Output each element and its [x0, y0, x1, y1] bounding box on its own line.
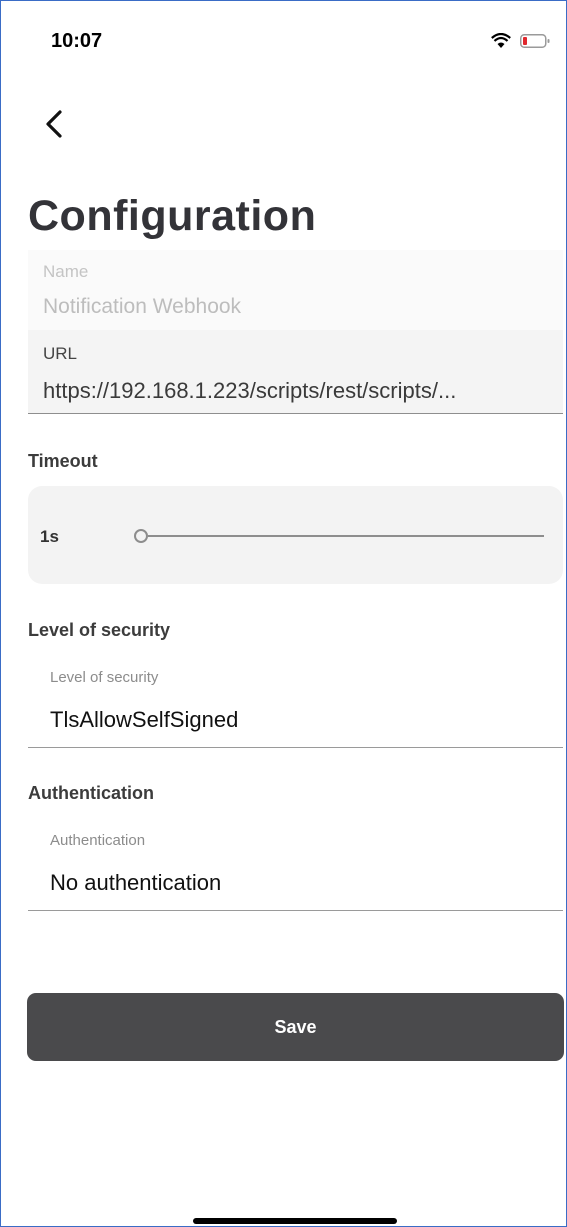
security-field-label: Level of security [50, 669, 159, 686]
home-indicator [193, 1218, 397, 1224]
url-field-value[interactable]: https://192.168.1.223/scripts/rest/scrip… [43, 378, 456, 404]
authentication-section-label: Authentication [28, 783, 154, 803]
status-bar: 10:07 [0, 0, 567, 80]
battery-icon [520, 34, 550, 48]
timeout-slider-track[interactable] [148, 535, 544, 537]
authentication-select[interactable]: Authentication No authentication [28, 812, 563, 911]
timeout-slider-card: 1s [28, 486, 563, 584]
name-field-value: Notification Webhook [43, 295, 242, 318]
security-select[interactable]: Level of security TlsAllowSelfSigned [28, 649, 563, 748]
page-title: Configuration [28, 192, 317, 240]
timeout-section-label: Timeout [28, 451, 98, 471]
security-section-label: Level of security [28, 620, 171, 640]
wifi-icon [491, 33, 511, 48]
url-field-label: URL [43, 344, 78, 363]
security-field-value: TlsAllowSelfSigned [50, 707, 239, 732]
timeout-value-label: 1s [40, 527, 59, 546]
status-time: 10:07 [51, 30, 103, 52]
back-chevron-icon[interactable] [38, 104, 72, 144]
authentication-field-value: No authentication [50, 870, 222, 895]
timeout-slider-thumb[interactable] [134, 529, 148, 543]
name-field-label: Name [43, 262, 89, 281]
url-field[interactable]: URL https://192.168.1.223/scripts/rest/s… [28, 330, 563, 414]
authentication-field-label: Authentication [50, 832, 146, 849]
name-field: Name Notification Webhook [28, 250, 563, 330]
save-button[interactable]: Save [27, 993, 564, 1061]
